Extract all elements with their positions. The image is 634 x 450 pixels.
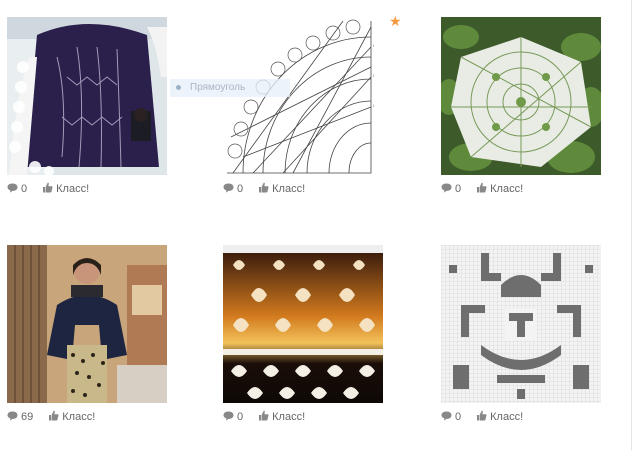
- hover-tooltip: Прямоуголь: [170, 79, 290, 97]
- card-meta: 0 Класс!: [7, 182, 89, 196]
- comment-count[interactable]: 69: [21, 411, 33, 423]
- thumbs-up-icon: [476, 410, 487, 424]
- star-icon[interactable]: ★: [389, 14, 402, 28]
- like-button[interactable]: Класс!: [258, 410, 305, 424]
- card-meta: 0 Класс!: [441, 410, 523, 424]
- photo-thumbnail[interactable]: [441, 17, 601, 175]
- page-edge-divider: [631, 0, 632, 450]
- comment-count[interactable]: 0: [455, 411, 461, 423]
- card-meta: 0 Класс!: [223, 410, 305, 424]
- like-button[interactable]: Класс!: [476, 182, 523, 196]
- comment-count[interactable]: 0: [455, 183, 461, 195]
- like-button[interactable]: Класс!: [258, 182, 305, 196]
- comment-icon: [441, 411, 452, 424]
- like-label: Класс!: [272, 183, 306, 195]
- photo-thumbnail[interactable]: [7, 17, 167, 175]
- thumbs-up-icon: [48, 410, 59, 424]
- comment-icon: [441, 183, 452, 196]
- tooltip-text: Прямоуголь: [190, 82, 246, 93]
- thumbs-up-icon: [258, 410, 269, 424]
- comment-icon: [223, 411, 234, 424]
- card-meta: 0 Класс!: [441, 182, 523, 196]
- comment-count[interactable]: 0: [21, 183, 27, 195]
- thumbs-up-icon: [476, 182, 487, 196]
- thumbs-up-icon: [42, 182, 53, 196]
- like-button[interactable]: Класс!: [48, 410, 95, 424]
- comment-count[interactable]: 0: [237, 183, 243, 195]
- card-meta: 69 Класс!: [7, 410, 95, 424]
- photo-thumbnail[interactable]: [441, 245, 601, 403]
- thumbs-up-icon: [258, 182, 269, 196]
- like-label: Класс!: [490, 183, 524, 195]
- photo-thumbnail[interactable]: [7, 245, 167, 403]
- comment-icon: [7, 411, 18, 424]
- svg-text:I: I: [373, 43, 374, 48]
- like-button[interactable]: Класс!: [476, 410, 523, 424]
- like-label: Класс!: [56, 183, 90, 195]
- like-label: Класс!: [272, 411, 306, 423]
- like-label: Класс!: [490, 411, 524, 423]
- comment-icon: [7, 183, 18, 196]
- tooltip-dot-icon: [176, 84, 181, 90]
- svg-text:I: I: [373, 73, 374, 78]
- card-meta: 0 Класс!: [223, 182, 305, 196]
- comment-count[interactable]: 0: [237, 411, 243, 423]
- like-button[interactable]: Класс!: [42, 182, 89, 196]
- svg-text:I: I: [373, 103, 374, 108]
- like-label: Класс!: [62, 411, 96, 423]
- photo-thumbnail[interactable]: [223, 245, 383, 403]
- comment-icon: [223, 183, 234, 196]
